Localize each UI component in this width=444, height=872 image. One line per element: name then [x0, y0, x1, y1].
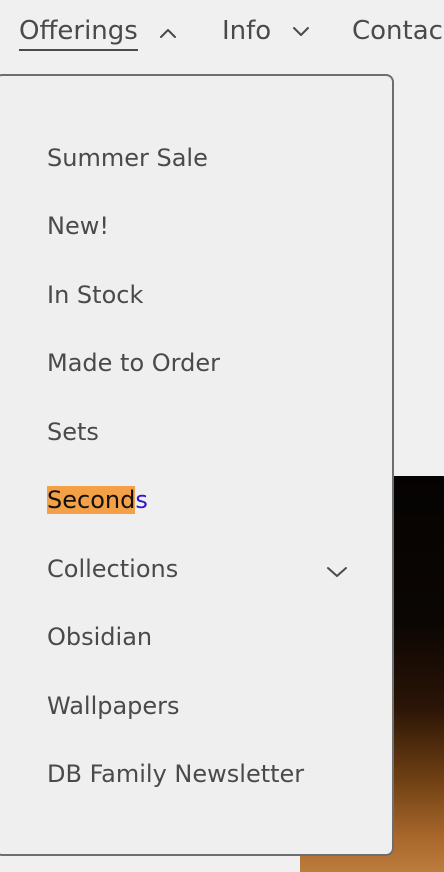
- menu-item-in-stock[interactable]: In Stock: [47, 279, 143, 311]
- nav-contact-label: Contac: [352, 16, 443, 46]
- chevron-up-icon: [158, 23, 178, 43]
- menu-item-seconds-rest-text: s: [135, 486, 148, 514]
- menu-item-sets[interactable]: Sets: [47, 416, 99, 448]
- menu-item-db-family-newsletter[interactable]: DB Family Newsletter: [47, 758, 304, 790]
- nav-offerings-label: Offerings: [19, 14, 138, 51]
- menu-item-collections[interactable]: Collections: [47, 553, 178, 585]
- nav-offerings[interactable]: Offerings: [19, 14, 178, 51]
- top-navigation: Offerings Info Contac: [0, 0, 444, 64]
- menu-item-seconds[interactable]: Seconds: [47, 484, 148, 516]
- menu-item-summer-sale[interactable]: Summer Sale: [47, 142, 208, 174]
- menu-item-obsidian[interactable]: Obsidian: [47, 621, 152, 653]
- nav-info-label: Info: [222, 16, 272, 46]
- chevron-down-icon[interactable]: [326, 564, 348, 578]
- nav-contact[interactable]: Contac: [352, 14, 443, 48]
- offerings-dropdown-menu: Summer Sale New! In Stock Made to Order …: [0, 74, 394, 856]
- menu-item-new[interactable]: New!: [47, 210, 109, 242]
- page: Offerings Info Contac Summer Sale New! I…: [0, 0, 444, 872]
- menu-item-wallpapers[interactable]: Wallpapers: [47, 690, 180, 722]
- menu-item-seconds-highlighted-text: Second: [47, 486, 136, 514]
- menu-item-made-to-order[interactable]: Made to Order: [47, 347, 220, 379]
- chevron-down-icon: [291, 21, 311, 41]
- nav-info[interactable]: Info: [222, 14, 311, 48]
